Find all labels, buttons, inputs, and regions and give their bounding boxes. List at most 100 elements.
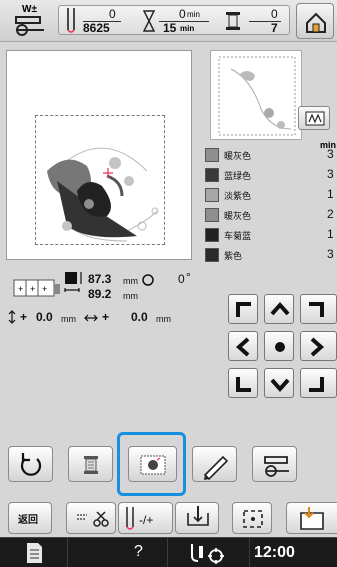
chevron-left-icon [235,337,250,357]
home-button[interactable] [296,3,334,39]
thread-swatch [205,228,219,242]
progress-counter: 0 8625 0 min 15 min 0 7 [58,5,290,35]
move-up-right-button[interactable] [300,294,337,324]
move-right-button[interactable] [300,331,337,361]
svg-text:+: + [18,284,23,294]
embroidery-edit-screen: { "header": { "wt_label": "W±", "stitch_… [0,0,337,567]
thread-count: 3 [327,147,334,161]
bottom-status-bar: ? 12:00 [0,537,337,567]
thread-spool-icon [226,12,240,30]
thread-row-1: 暖灰色 3 [205,146,337,164]
angle-unit: ° [186,270,191,284]
help-icon: ? [134,543,143,560]
thread-row-3: 淡紫色 1 [205,186,337,204]
thread-name: 暖灰色 [224,151,252,161]
pencil-icon [203,455,229,481]
width-value: 87.3 [88,272,112,286]
memory-button[interactable] [286,502,337,534]
time-current: 0 [179,7,186,21]
tension-icon: -/+ [126,507,153,530]
svg-text:+: + [42,284,47,294]
move-down-left-button[interactable] [228,368,258,398]
thread-count: 3 [327,167,334,181]
rotate-icon [20,453,42,476]
presser-foot-button[interactable] [252,446,297,482]
stitch-total: 8625 [83,21,110,35]
thread-swatch [205,168,219,182]
scissors-icon [77,511,109,527]
home-icon [306,12,326,33]
time-total: 15 [163,21,177,35]
thread-swatch [205,248,219,262]
thread-swatch [205,188,219,202]
thread-swatch [205,148,219,162]
settings-icon [191,544,224,564]
horizontal-offset-icon [84,314,98,322]
pocket-save-icon [300,507,324,530]
embroidery-view-button[interactable] [128,446,177,482]
design-thumbnail [210,50,302,140]
needle-icon [67,8,75,33]
corner-up-right-icon [309,302,324,317]
move-up-left-button[interactable] [228,294,258,324]
thread-name: 暖灰色 [224,211,252,221]
y-offset-unit: mm [61,314,76,324]
move-up-button[interactable] [264,294,294,324]
thread-cut-button[interactable] [66,502,116,534]
back-button[interactable]: 返回 [8,502,52,534]
chevron-up-icon [270,301,290,316]
design-size-info: + + + 87.3 mm 89.2 mm 0 ° + 0.0 mm + 0.0… [8,268,208,348]
vertical-offset-icon [8,310,16,324]
height-value: 89.2 [88,287,112,301]
corner-down-left-icon [236,377,251,392]
settings-button[interactable] [168,538,250,567]
color-current: 0 [271,7,278,21]
corner-down-right-icon [309,377,324,392]
center-button[interactable] [264,331,294,361]
chevron-down-icon [270,378,290,393]
embroidery-preview-area[interactable] [6,50,192,260]
presser-foot-indicator: W± [10,4,50,37]
pencil-edit-button[interactable] [192,446,237,482]
x-offset-value: 0.0 [131,310,148,324]
document-icon [27,543,42,563]
thread-count: 2 [327,207,334,221]
color-total: 7 [271,21,278,35]
move-left-button[interactable] [228,331,258,361]
clock-time: 12:00 [254,544,295,561]
layout-button[interactable] [232,502,272,534]
rotate-button[interactable] [8,446,53,482]
tension-button[interactable]: -/+ [118,502,173,534]
manual-button[interactable] [0,538,68,567]
spool-icon [84,456,98,474]
back-label: 返回 [18,515,38,526]
size-icon [64,272,82,292]
y-offset-value: 0.0 [36,310,53,324]
angle-value: 0 [178,272,185,286]
y-offset-prefix: + [20,310,28,324]
svg-text:+: + [30,284,35,294]
thumbnail-design-image [218,56,296,136]
presser-foot-icon [15,16,44,36]
trial-button[interactable] [175,502,219,534]
x-offset-unit: mm [156,314,171,324]
magnify-button[interactable] [298,106,330,130]
embroidery-view-icon [140,455,166,475]
thread-row-6: 紫色 3 [205,246,337,264]
thread-color-button[interactable] [68,446,113,482]
height-unit: mm [123,291,138,301]
thread-count: 3 [327,247,334,261]
presser-foot-tool-icon [264,456,289,477]
thread-count: 1 [327,187,334,201]
move-down-right-button[interactable] [300,368,337,398]
center-dot-icon [275,342,285,352]
help-button[interactable]: ? [68,538,168,567]
thread-name: 车菊蓝 [224,231,252,241]
svg-text:-/+: -/+ [139,513,153,527]
thread-row-4: 暖灰色 2 [205,206,337,224]
move-down-button[interactable] [264,368,294,398]
top-status-bar: W± 0 8625 0 min 15 min 0 7 [0,0,337,42]
hourglass-icon [143,10,155,32]
magnifier-icon [305,111,325,126]
needle-down-icon [187,506,209,526]
